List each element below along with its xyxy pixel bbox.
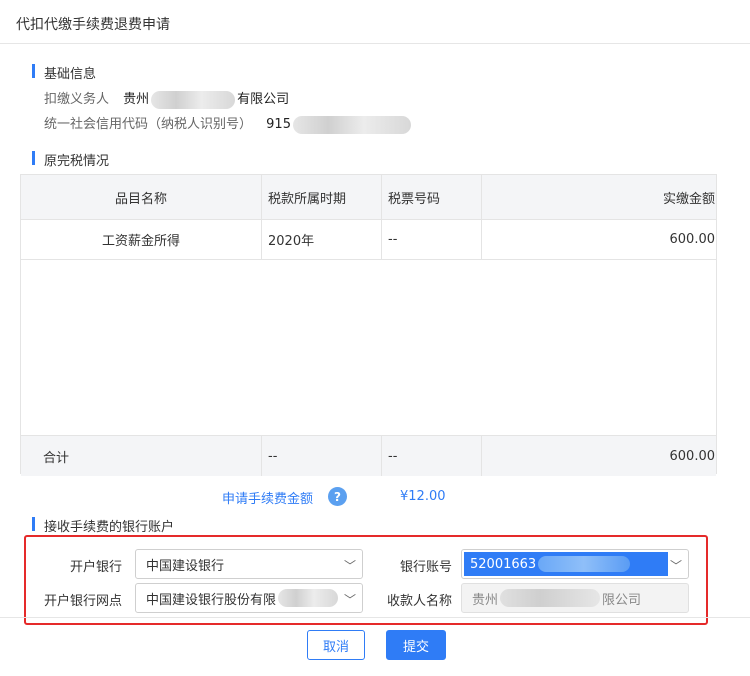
withholder-value: 贵州 有限公司 — [123, 90, 290, 109]
total-period: -- — [261, 436, 381, 476]
withholder-label: 扣缴义务人 — [44, 92, 110, 107]
redaction-mask — [538, 556, 631, 572]
column-header-ticket: 税票号码 — [381, 175, 481, 219]
total-label: 合计 — [43, 450, 70, 466]
section-title-tax-paid: 原完税情况 — [32, 150, 109, 169]
table-total-row: 合计 -- -- 600.00 — [21, 435, 716, 476]
bank-select[interactable]: 中国建设银行 ﹀ — [135, 549, 363, 579]
credit-code-value: 915 — [266, 115, 413, 134]
section-title-basic-info: 基础信息 — [32, 63, 96, 82]
redaction-mask — [278, 589, 339, 607]
account-label: 银行账号 — [399, 560, 452, 575]
payee-label: 收款人名称 — [386, 594, 452, 609]
redaction-mask — [292, 115, 411, 134]
column-header-item: 品目名称 — [114, 191, 167, 207]
branch-select-value: 中国建设银行股份有限 — [146, 592, 277, 608]
bank-select-value: 中国建设银行 — [146, 558, 225, 574]
fee-label: 申请手续费金额 — [222, 492, 314, 507]
help-icon[interactable]: ? — [328, 487, 347, 506]
footer-divider — [0, 617, 750, 618]
tax-paid-table: 品目名称 税款所属时期 税票号码 实缴金额 工资薪金所得 2020年 -- 60… — [20, 174, 717, 476]
column-header-amount: 实缴金额 — [481, 175, 717, 219]
dialog-title: 代扣代缴手续费退费申请 — [16, 17, 170, 33]
chevron-down-icon: ﹀ — [343, 559, 356, 573]
chevron-down-icon: ﹀ — [343, 593, 356, 607]
cell-ticket: -- — [381, 219, 481, 259]
cell-item: 工资薪金所得 — [101, 233, 180, 249]
redaction-mask — [151, 90, 236, 109]
column-header-period: 税款所属时期 — [261, 175, 381, 219]
account-select-value: 52001663 — [464, 552, 668, 576]
total-ticket: -- — [381, 436, 481, 476]
credit-code-label: 统一社会信用代码（纳税人识别号） — [44, 117, 253, 132]
chevron-down-icon: ﹀ — [669, 559, 682, 573]
cell-amount: 600.00 — [481, 219, 717, 259]
payee-field: 贵州 限公司 — [461, 583, 689, 613]
total-amount: 600.00 — [481, 436, 717, 476]
cell-period: 2020年 — [261, 219, 381, 259]
branch-label: 开户银行网点 — [43, 594, 122, 609]
table-row: 工资薪金所得 2020年 -- 600.00 — [21, 219, 716, 260]
table-header: 品目名称 税款所属时期 税票号码 实缴金额 — [21, 175, 716, 220]
withholder-row: 扣缴义务人 贵州 有限公司 — [44, 88, 289, 109]
redaction-mask — [500, 589, 601, 607]
section-title-bank-account: 接收手续费的银行账户 — [32, 516, 174, 535]
credit-code-row: 统一社会信用代码（纳税人识别号） 915 — [44, 113, 413, 134]
branch-select[interactable]: 中国建设银行股份有限 ﹀ — [135, 583, 363, 613]
dialog-header: 代扣代缴手续费退费申请 — [0, 0, 750, 44]
bank-label: 开户银行 — [69, 560, 122, 575]
account-select[interactable]: 52001663 ﹀ — [461, 549, 689, 579]
fee-value: ¥12.00 — [400, 489, 446, 504]
cancel-button[interactable]: 取消 — [307, 630, 365, 660]
submit-button[interactable]: 提交 — [386, 630, 446, 660]
